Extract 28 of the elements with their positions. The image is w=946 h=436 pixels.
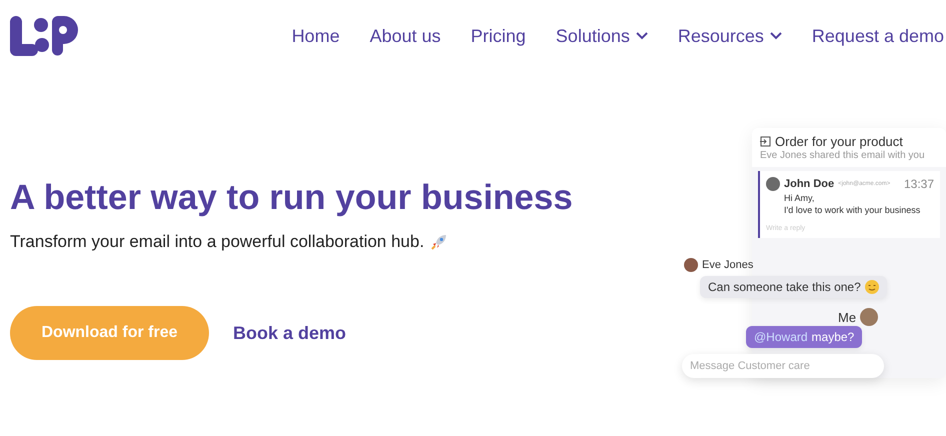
- caret-icon: [770, 32, 782, 40]
- nav-link[interactable]: Solutions: [556, 26, 648, 46]
- message-field[interactable]: Message Customer care: [682, 354, 884, 378]
- email-subject: Order for your product: [775, 134, 903, 149]
- shared-note: Eve Jones shared this email with you: [760, 150, 925, 161]
- logo-icon[interactable]: [10, 16, 80, 56]
- chat-author: Me: [838, 310, 856, 324]
- nav-link[interactable]: Request a demo: [812, 26, 944, 46]
- email-body-line: I'd love to work with your business: [784, 205, 920, 215]
- book-demo-link[interactable]: Book a demo: [233, 322, 346, 344]
- nav-link[interactable]: Resources: [678, 26, 782, 46]
- chat-author: Eve Jones: [702, 259, 754, 271]
- email-body-line: Hi Amy,: [784, 193, 814, 203]
- caret-icon: [636, 32, 648, 40]
- sender-name: John Doe: [784, 178, 834, 190]
- nav-link[interactable]: About us: [370, 26, 441, 46]
- chat-bubble: Can someone take this one?: [700, 276, 887, 298]
- avatar: [766, 177, 780, 191]
- nav-link[interactable]: Pricing: [470, 26, 526, 46]
- chat-bubble: @Howard maybe?: [746, 326, 862, 348]
- hero-title: A better way to run your business: [10, 177, 573, 219]
- rocket-icon: [430, 233, 448, 251]
- nav-link[interactable]: Home: [292, 26, 340, 46]
- avatar: [684, 258, 698, 272]
- inbox-icon: [760, 136, 771, 147]
- hero-subtitle: Transform your email into a powerful collaboration hub.: [10, 232, 424, 252]
- email-time: 13:37: [904, 177, 934, 191]
- smile-icon: [864, 280, 879, 294]
